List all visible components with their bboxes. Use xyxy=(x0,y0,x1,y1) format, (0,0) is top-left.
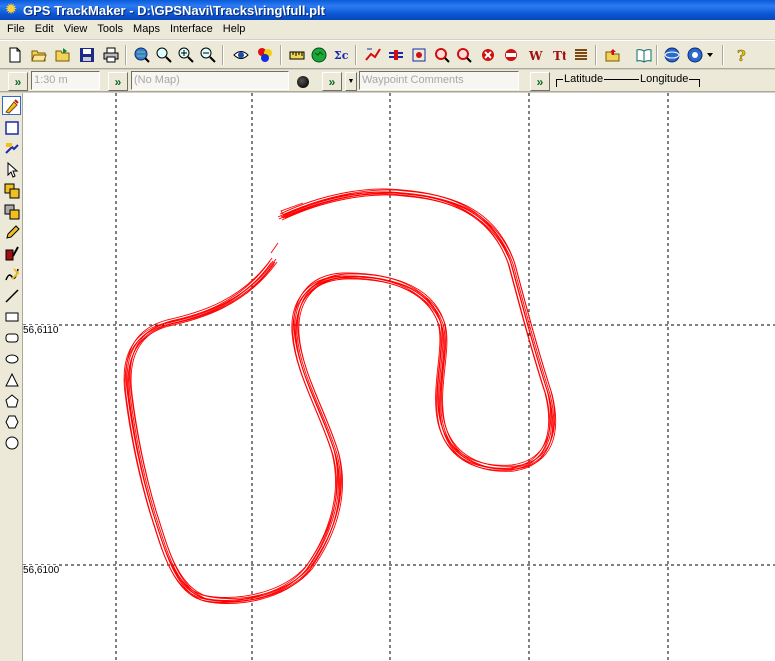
paste-tool-icon[interactable] xyxy=(2,202,21,221)
toolbar-separator xyxy=(656,45,658,65)
pentagon-tool-icon[interactable] xyxy=(2,391,21,410)
map-go-button[interactable]: » xyxy=(108,72,128,91)
longitude-label: Longitude xyxy=(639,73,690,85)
zoom-out-icon[interactable] xyxy=(197,44,219,66)
colors-icon[interactable] xyxy=(254,44,276,66)
folder-up-icon[interactable] xyxy=(602,44,624,66)
book-icon[interactable] xyxy=(633,44,655,66)
line-tool-icon[interactable] xyxy=(2,286,21,305)
open-folder-icon[interactable] xyxy=(28,44,50,66)
toolbar-separator xyxy=(722,45,724,65)
toolbar-separator xyxy=(355,45,357,65)
main-toolbar: Σc W Tt ? xyxy=(0,40,775,69)
map-grid-and-track xyxy=(23,93,775,661)
menu-tools[interactable]: Tools xyxy=(92,20,128,39)
menu-view[interactable]: View xyxy=(59,20,93,39)
find-icon[interactable] xyxy=(431,44,453,66)
track-icon[interactable] xyxy=(362,44,384,66)
rectangle-select-icon[interactable] xyxy=(2,118,21,137)
toolbar-separator xyxy=(222,45,224,65)
delete-icon[interactable] xyxy=(477,44,499,66)
ruler-icon[interactable] xyxy=(286,44,308,66)
eye-icon[interactable] xyxy=(230,44,252,66)
map-grid xyxy=(23,93,775,661)
globe-search-icon[interactable] xyxy=(131,44,153,66)
route-draw-tool-icon[interactable] xyxy=(2,265,21,284)
copy-tool-icon[interactable] xyxy=(2,181,21,200)
waypoint-text-icon[interactable]: W xyxy=(524,44,546,66)
list-icon[interactable] xyxy=(570,44,592,66)
menu-help[interactable]: Help xyxy=(218,20,251,39)
reverse-icon[interactable] xyxy=(500,44,522,66)
svg-text:W: W xyxy=(528,49,543,63)
menu-interface[interactable]: Interface xyxy=(165,20,218,39)
svg-text:Σc: Σc xyxy=(334,49,349,62)
track-loop[interactable] xyxy=(126,191,553,601)
menu-maps[interactable]: Maps xyxy=(128,20,165,39)
scale-field[interactable]: 1:30 m xyxy=(31,71,100,90)
title-bar: ✹ GPS TrackMaker - D:\GPSNavi\Tracks\rin… xyxy=(0,0,775,20)
comments-dropdown-icon[interactable]: ▼ xyxy=(345,72,357,91)
map-field[interactable]: (No Map) xyxy=(131,71,289,90)
pencil-tool-icon[interactable] xyxy=(2,223,21,242)
toolbar-separator xyxy=(280,45,282,65)
window-title: GPS TrackMaker - D:\GPSNavi\Tracks\ring\… xyxy=(23,2,325,18)
print-icon[interactable] xyxy=(100,44,122,66)
ellipse-tool-icon[interactable] xyxy=(2,349,21,368)
menu-edit[interactable]: Edit xyxy=(30,20,59,39)
track-loop[interactable] xyxy=(123,191,550,601)
waypoint-icon[interactable] xyxy=(408,44,430,66)
gps-track[interactable] xyxy=(123,188,557,604)
track-loop[interactable] xyxy=(127,194,554,604)
toolbar-separator xyxy=(595,45,597,65)
pointer-tool-icon[interactable] xyxy=(2,160,21,179)
coordinate-readout: Latitude Longitude xyxy=(556,72,700,89)
rounded-rect-tool-icon[interactable] xyxy=(2,328,21,347)
gps-dropdown-icon[interactable] xyxy=(684,44,706,66)
drawing-toolbar xyxy=(0,93,23,661)
globe-icon[interactable] xyxy=(308,44,330,66)
scale-go-button[interactable]: » xyxy=(8,72,28,91)
track-loop[interactable] xyxy=(129,189,556,599)
grid-label-latitude-upper: 56,6110 xyxy=(23,325,59,336)
route-icon[interactable] xyxy=(385,44,407,66)
track-loop[interactable] xyxy=(128,192,555,602)
waypoint-comments-field[interactable]: Waypoint Comments xyxy=(359,71,519,90)
svg-text:?: ? xyxy=(737,47,746,63)
save-icon[interactable] xyxy=(76,44,98,66)
track-loop[interactable] xyxy=(130,192,557,602)
app-sun-icon: ✹ xyxy=(4,1,18,18)
circle-tool-icon[interactable] xyxy=(2,433,21,452)
new-file-icon[interactable] xyxy=(4,44,26,66)
zoom-in-icon[interactable] xyxy=(175,44,197,66)
track-draw-tool-icon[interactable] xyxy=(2,244,21,263)
rectangle-tool-icon[interactable] xyxy=(2,307,21,326)
grid-label-latitude-lower: 56,6100 xyxy=(23,565,60,576)
find-next-icon[interactable] xyxy=(453,44,475,66)
coords-go-button[interactable]: » xyxy=(530,72,550,91)
svg-text:Tt: Tt xyxy=(553,49,566,63)
formula-icon[interactable]: Σc xyxy=(330,44,352,66)
comments-go-button[interactable]: » xyxy=(322,72,342,91)
text-icon[interactable]: Tt xyxy=(547,44,569,66)
triangle-tool-icon[interactable] xyxy=(2,370,21,389)
menu-bar: File Edit View Tools Maps Interface Help xyxy=(0,20,775,39)
map-color-dot-icon[interactable] xyxy=(291,72,315,91)
map-canvas[interactable]: 56,6110 56,6100 xyxy=(23,93,775,661)
open-recent-icon[interactable] xyxy=(52,44,74,66)
zoom-icon[interactable] xyxy=(153,44,175,66)
menu-file[interactable]: File xyxy=(2,20,30,39)
hexagon-tool-icon[interactable] xyxy=(2,412,21,431)
info-bar: » 1:30 m » (No Map) » ▼ Waypoint Comment… xyxy=(0,70,775,92)
gps-dropdown-arrow-icon[interactable] xyxy=(704,44,716,66)
help-icon[interactable]: ? xyxy=(730,44,752,66)
select-map-tool-icon[interactable] xyxy=(2,96,21,115)
gps-icon[interactable] xyxy=(661,44,683,66)
track-loop[interactable] xyxy=(124,193,551,603)
latitude-label: Latitude xyxy=(563,73,605,85)
track-loop[interactable] xyxy=(125,188,552,598)
pan-tool-icon[interactable] xyxy=(2,139,21,158)
toolbar-separator xyxy=(125,45,127,65)
